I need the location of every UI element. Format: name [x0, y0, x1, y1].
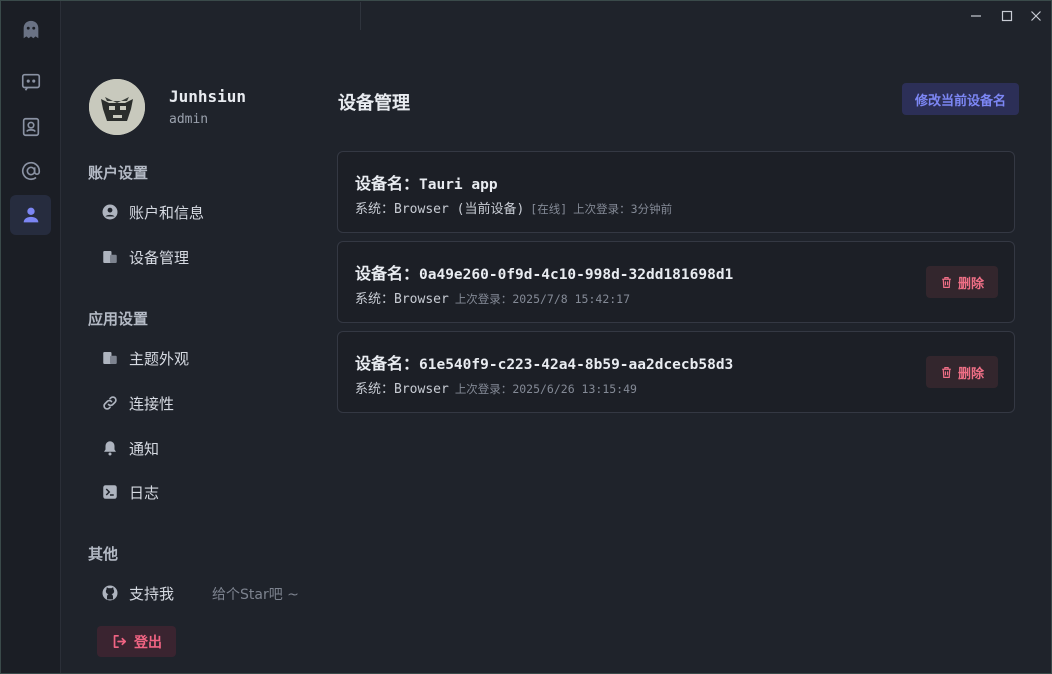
- delete-device-button[interactable]: 删除: [926, 356, 998, 388]
- sidebar-item-theme[interactable]: 主题外观: [100, 343, 189, 373]
- maximize-icon: [1001, 10, 1013, 22]
- minimize-button[interactable]: [966, 6, 986, 26]
- chat-icon: [21, 73, 40, 91]
- device-name: 设备名：61e540f9-c223-42a4-8b59-aa2dcecb58d3: [355, 350, 733, 374]
- section-title-other: 其他: [88, 545, 119, 563]
- section-title-account: 账户设置: [88, 164, 149, 182]
- device-name-value: Tauri app: [419, 177, 498, 193]
- github-icon: [100, 583, 120, 603]
- page-title: 设备管理: [338, 93, 410, 114]
- rail-chat-button[interactable]: [10, 62, 51, 102]
- sidebar-item-account-info[interactable]: 账户和信息: [100, 197, 204, 227]
- sidebar-item-label: 支持我: [129, 584, 175, 603]
- rail-profile-button[interactable]: [10, 195, 51, 235]
- terminal-icon: [100, 482, 120, 502]
- trash-icon: [942, 276, 951, 288]
- close-icon: [1031, 11, 1041, 21]
- delete-device-button[interactable]: 删除: [926, 266, 998, 298]
- logout-button[interactable]: 登出: [97, 626, 176, 657]
- rename-device-button[interactable]: 修改当前设备名: [902, 83, 1019, 115]
- theme-icon: [100, 348, 120, 368]
- device-name-label: 设备名：: [355, 264, 420, 283]
- last-login-label: 上次登录：: [454, 382, 513, 396]
- sidebar-item-label: 连接性: [129, 394, 175, 413]
- device-last-login: 上次登录：3分钟前: [573, 201, 672, 217]
- delete-label: 删除: [957, 366, 984, 382]
- device-last-login: 上次登录：2025/7/8 15:42:17: [455, 291, 630, 307]
- sidebar-item-connectivity[interactable]: 连接性: [100, 388, 174, 418]
- device-name-label: 设备名：: [355, 354, 420, 373]
- last-login-label: 上次登录：: [454, 292, 513, 306]
- device-card: 设备名：61e540f9-c223-42a4-8b59-aa2dcecb58d3…: [337, 331, 1015, 413]
- icon-rail: [0, 0, 61, 674]
- device-name: 设备名：0a49e260-0f9d-4c10-998d-32dd181698d1: [355, 260, 733, 284]
- sidebar-item-label: 设备管理: [129, 248, 190, 267]
- device-last-login: 上次登录：2025/6/26 13:15:49: [455, 381, 637, 397]
- rail-contacts-button[interactable]: [10, 107, 51, 147]
- support-hint: 给个Star吧 ~: [212, 587, 299, 603]
- device-system: 系统：Browser: [355, 288, 449, 307]
- profile-username: Junhsiun: [169, 87, 247, 106]
- device-status: [在线]: [530, 202, 568, 216]
- user-icon: [23, 207, 38, 223]
- device-name-label: 设备名：: [355, 174, 420, 193]
- sidebar-item-device-management[interactable]: 设备管理: [100, 242, 189, 272]
- sidebar-item-support[interactable]: 支持我: [100, 578, 174, 608]
- device-card: 设备名：Tauri app 系统：Browser (当前设备) [在线] 上次登…: [337, 151, 1015, 233]
- device-system-value: Browser: [394, 382, 449, 397]
- logout-label: 登出: [134, 634, 162, 651]
- maximize-button[interactable]: [997, 6, 1017, 26]
- minimize-icon: [971, 15, 981, 17]
- section-title-app: 应用设置: [88, 310, 149, 328]
- sidebar-item-label: 日志: [129, 483, 160, 502]
- last-login-value: 2025/7/8 15:42:17: [512, 292, 631, 306]
- device-system-label: 系统：: [355, 292, 395, 307]
- avatar-image: [89, 79, 145, 135]
- logout-icon: [113, 634, 127, 649]
- delete-label: 删除: [957, 276, 984, 292]
- sidebar-item-label: 主题外观: [129, 349, 190, 368]
- titlebar-divider: [360, 2, 361, 30]
- at-icon: [21, 161, 40, 181]
- device-system-value: Browser: [394, 292, 449, 307]
- contacts-icon: [22, 117, 39, 137]
- bell-icon: [100, 438, 120, 458]
- last-login-value: 2025/6/26 13:15:49: [512, 382, 637, 396]
- sidebar-item-label: 通知: [129, 439, 160, 458]
- profile-role: admin: [169, 112, 209, 127]
- device-system: 系统：Browser: [355, 378, 449, 397]
- device-system-label: 系统：: [355, 202, 395, 217]
- device-meta: 系统：Browser (当前设备) [在线] 上次登录：3分钟前: [355, 198, 672, 217]
- settings-sidebar: Junhsiun admin 账户设置 账户和信息 设备管理 应用设置 主题外观…: [62, 0, 320, 674]
- user-circle-icon: [100, 202, 120, 222]
- app-logo-button[interactable]: [10, 10, 51, 50]
- device-card: 设备名：0a49e260-0f9d-4c10-998d-32dd181698d1…: [337, 241, 1015, 323]
- avatar[interactable]: [89, 79, 145, 135]
- close-window-button[interactable]: [1026, 6, 1046, 26]
- sidebar-item-notifications[interactable]: 通知: [100, 433, 159, 463]
- ghost-logo-icon: [23, 20, 38, 39]
- device-meta: 系统：Browser 上次登录：2025/6/26 13:15:49: [355, 378, 637, 397]
- device-system: 系统：Browser (当前设备): [355, 198, 524, 217]
- last-login-value: 3分钟前: [630, 202, 673, 216]
- device-system-label: 系统：: [355, 382, 395, 397]
- device-meta: 系统：Browser 上次登录：2025/7/8 15:42:17: [355, 288, 630, 307]
- device-system-value: Browser (当前设备): [394, 202, 525, 217]
- last-login-label: 上次登录：: [573, 202, 631, 216]
- devices-icon: [100, 247, 120, 267]
- device-name-value: 61e540f9-c223-42a4-8b59-aa2dcecb58d3: [419, 357, 734, 373]
- sidebar-item-label: 账户和信息: [129, 203, 205, 222]
- link-icon: [100, 393, 120, 413]
- sidebar-item-logs[interactable]: 日志: [100, 477, 159, 507]
- device-name: 设备名：Tauri app: [355, 170, 498, 194]
- device-name-value: 0a49e260-0f9d-4c10-998d-32dd181698d1: [419, 267, 734, 283]
- trash-icon: [942, 366, 951, 378]
- rail-mentions-button[interactable]: [10, 151, 51, 191]
